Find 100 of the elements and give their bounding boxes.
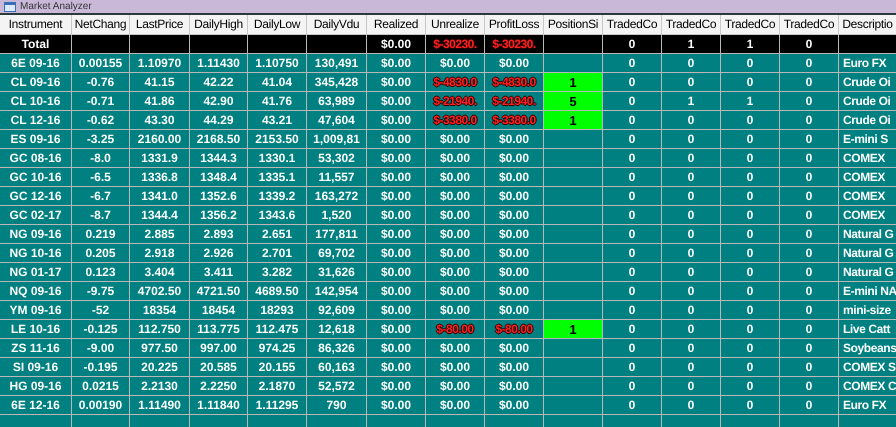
table-cell: 0: [662, 130, 721, 149]
table-cell: $0.00: [426, 130, 485, 149]
table-cell: 1,520: [307, 206, 367, 225]
table-cell: $0.00: [426, 187, 485, 206]
table-cell: 0: [780, 225, 839, 244]
table-cell: -0.71: [72, 92, 130, 111]
table-cell: $0.00: [367, 168, 426, 187]
table-cell: 0.0215: [72, 377, 130, 396]
table-cell: 1: [544, 111, 603, 130]
table-cell: 0: [721, 73, 780, 92]
table-cell: 0: [603, 301, 662, 320]
table-cell: $0.00: [485, 396, 544, 415]
table-cell: 2.2250: [190, 377, 248, 396]
table-cell: 69,702: [307, 244, 367, 263]
table-cell: 2.651: [248, 225, 307, 244]
table-cell: 3.404: [130, 263, 190, 282]
table-cell: 0: [662, 396, 721, 415]
table-cell: -52: [72, 301, 130, 320]
table-cell: 0: [603, 73, 662, 92]
table-cell: 0: [780, 168, 839, 187]
table-cell: $-30230.: [426, 35, 485, 54]
table-cell: -3.25: [72, 130, 130, 149]
table-cell: 0: [721, 206, 780, 225]
table-cell: 0: [721, 130, 780, 149]
table-cell: 790: [307, 396, 367, 415]
table-cell: 0: [721, 263, 780, 282]
table-cell: $-21940.: [485, 92, 544, 111]
table-cell: 0: [662, 206, 721, 225]
table-cell: 0: [780, 54, 839, 73]
table-cell: 0: [662, 339, 721, 358]
table-cell: 113.775: [190, 320, 248, 339]
table-cell: 18454: [190, 301, 248, 320]
table-cell: $0.00: [367, 111, 426, 130]
table-cell: GC 08-16: [0, 149, 72, 168]
table-cell: ES 09-16: [0, 130, 72, 149]
table-cell: $0.00: [426, 263, 485, 282]
table-cell: $0.00: [485, 54, 544, 73]
table-cell: GC 02-17: [0, 206, 72, 225]
table-cell: 18354: [130, 301, 190, 320]
table-cell: $0.00: [367, 282, 426, 301]
table-cell: 31,626: [307, 263, 367, 282]
table-cell: 163,272: [307, 187, 367, 206]
table-cell: 20.585: [190, 358, 248, 377]
table-cell: $0.00: [367, 206, 426, 225]
table-cell: $0.00: [485, 149, 544, 168]
table-cell: 2153.50: [248, 130, 307, 149]
table-cell: $0.00: [485, 358, 544, 377]
table-cell: 0: [662, 282, 721, 301]
table-cell: -8.0: [72, 149, 130, 168]
table-cell: 1348.4: [190, 168, 248, 187]
table-cell: $0.00: [367, 244, 426, 263]
table-cell: $0.00: [367, 35, 426, 54]
table-cell: 0: [603, 111, 662, 130]
table-cell: 0: [780, 282, 839, 301]
table-cell: 0: [721, 111, 780, 130]
table-cell: 0: [780, 206, 839, 225]
table-cell: 1341.0: [130, 187, 190, 206]
table-cell: 1330.1: [248, 149, 307, 168]
table-cell: 977.50: [130, 339, 190, 358]
table-cell: $0.00: [485, 206, 544, 225]
table-cell: $0.00: [426, 301, 485, 320]
table-cell: $-3380.0: [426, 111, 485, 130]
table-cell: 0: [662, 73, 721, 92]
table-cell: 63,989: [307, 92, 367, 111]
table-cell: $0.00: [426, 168, 485, 187]
table-cell: SI 09-16: [0, 358, 72, 377]
table-cell: $0.00: [485, 130, 544, 149]
table-cell: 1: [721, 92, 780, 111]
table-cell: HG 09-16: [0, 377, 72, 396]
table-cell: -0.125: [72, 320, 130, 339]
table-cell: 112.750: [130, 320, 190, 339]
table-cell: 60,163: [307, 358, 367, 377]
table-cell: 0: [721, 301, 780, 320]
table-cell: $-4830.0: [426, 73, 485, 92]
table-cell: 1: [721, 35, 780, 54]
table-cell: 1336.8: [130, 168, 190, 187]
table-cell: 2.885: [130, 225, 190, 244]
table-cell: 1.11490: [130, 396, 190, 415]
table-cell: 1339.2: [248, 187, 307, 206]
window-title: Market Analyzer: [20, 0, 92, 13]
table-cell: 112.475: [248, 320, 307, 339]
table-cell: $0.00: [485, 263, 544, 282]
table-cell: $0.00: [485, 244, 544, 263]
table-cell: 0: [603, 168, 662, 187]
table-cell: 0.00155: [72, 54, 130, 73]
table-cell: 2.701: [248, 244, 307, 263]
table-cell: $0.00: [367, 130, 426, 149]
table-cell: 18293: [248, 301, 307, 320]
table-cell: $0.00: [485, 187, 544, 206]
table-cell: 0: [662, 358, 721, 377]
table-cell: -0.62: [72, 111, 130, 130]
table-cell: 0: [603, 130, 662, 149]
table-cell: 41.15: [130, 73, 190, 92]
table-cell: -6.7: [72, 187, 130, 206]
table-cell: 0: [780, 35, 839, 54]
table-cell: 0: [603, 244, 662, 263]
table-cell: 1352.6: [190, 187, 248, 206]
table-cell: 130,491: [307, 54, 367, 73]
table-cell: $-3380.0: [485, 111, 544, 130]
table-cell: 41.76: [248, 92, 307, 111]
